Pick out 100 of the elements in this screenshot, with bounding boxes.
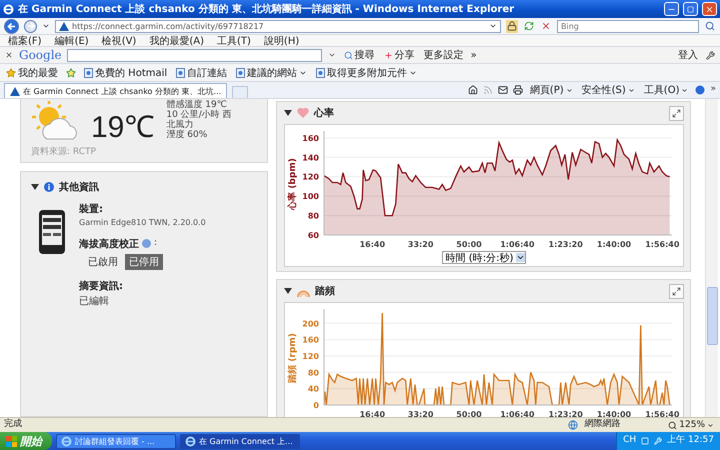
axis-tick-label: 1:23:20	[548, 240, 583, 249]
axis-tick-label: 1:56:40	[645, 410, 680, 417]
toolbar-search-field[interactable]	[66, 48, 322, 62]
command-menu[interactable]: 網頁(P)	[528, 83, 575, 97]
caret-icon	[328, 51, 336, 59]
colon-text: :	[154, 238, 158, 249]
back-button[interactable]	[4, 18, 19, 34]
collapse-toggle-icon[interactable]	[31, 182, 39, 191]
sign-in-button[interactable]: 登入	[676, 48, 700, 62]
search-icon	[344, 50, 353, 60]
axis-tick-label: 0	[313, 401, 319, 410]
expand-button[interactable]	[669, 106, 684, 120]
lock-icon	[507, 21, 517, 31]
browser-icon	[61, 436, 72, 446]
add-favorite-button[interactable]	[65, 66, 77, 79]
caret-icon	[707, 422, 714, 428]
command-menu[interactable]: 安全性(S)	[580, 83, 637, 97]
axis-tick-label: 1:56:40	[645, 240, 680, 249]
page-icon	[84, 68, 93, 78]
plus-icon	[384, 50, 393, 60]
caret-icon[interactable]	[489, 22, 497, 30]
magnifier-icon	[668, 420, 678, 430]
summary-label: 摘要資訊:	[79, 279, 124, 293]
search-icon	[705, 21, 715, 31]
favorites-link[interactable]: 建議的網站	[234, 66, 310, 80]
star-icon	[6, 68, 16, 78]
menu-item[interactable]: 工具(T)	[213, 34, 255, 48]
zoom-button[interactable]: 125%	[666, 420, 716, 430]
search-field[interactable]: Bing	[557, 20, 699, 32]
tools-button[interactable]	[705, 48, 716, 62]
home-icon[interactable]	[468, 85, 478, 95]
axis-tick-label: 16:40	[360, 410, 386, 417]
axis-tick-label: 1:23:20	[548, 410, 583, 417]
menu-item[interactable]: 我的最愛(A)	[145, 34, 208, 48]
search-button[interactable]	[704, 20, 716, 32]
elevation-label: 海拔高度校正	[79, 237, 139, 251]
address-field[interactable]: https://connect.garmin.com/activity/697718217	[55, 20, 501, 32]
minimize-button[interactable]	[664, 2, 679, 16]
print-icon[interactable]	[512, 85, 523, 95]
search-button[interactable]: 搜尋	[342, 48, 377, 62]
scrollbar[interactable]	[705, 99, 718, 417]
menu-item[interactable]: 檢視(V)	[98, 34, 140, 48]
browser-icon	[185, 436, 196, 446]
close-button[interactable]	[702, 2, 717, 16]
refresh-button[interactable]	[523, 20, 535, 32]
collapse-toggle-icon[interactable]	[284, 287, 292, 295]
mail-icon[interactable]	[498, 85, 508, 95]
axis-tick-label: 140	[302, 153, 319, 162]
caret-icon	[681, 86, 688, 94]
toggle-option[interactable]: 已啟用	[84, 254, 122, 270]
toggle-option[interactable]: 已停用	[125, 254, 163, 270]
source-text: 資料來源: RCTP	[31, 147, 96, 157]
favorites-button[interactable]: 我的最愛	[4, 66, 60, 80]
axis-tick-label: 1:06:40	[500, 240, 534, 249]
device-name: Garmin Edge810 TWN, 2.20.0.0	[79, 218, 206, 228]
close-icon	[705, 4, 714, 14]
temperature: 19℃	[91, 110, 154, 146]
history-dropdown-icon[interactable]	[42, 22, 50, 30]
favorites-link[interactable]: 免費的 Hotmail	[82, 66, 170, 80]
share-button[interactable]: 分享	[382, 48, 417, 62]
chevron-text: »	[470, 50, 477, 60]
axis-select[interactable]: 時間 (時:分:秒)	[442, 251, 526, 264]
menu-item[interactable]: 檔案(F)	[4, 34, 46, 48]
axis-tick-label: 80	[308, 368, 319, 378]
globe-icon	[568, 420, 578, 430]
favorites-link[interactable]: 自訂連結	[174, 66, 230, 80]
close-icon	[5, 51, 13, 59]
summary-text: 已編輯	[79, 296, 110, 307]
taskbar-button[interactable]: 在 Garmin Connect 上...	[180, 434, 300, 448]
page-icon	[236, 68, 246, 78]
device-label: 裝置:	[79, 202, 104, 216]
forward-arrow-icon	[26, 22, 34, 30]
scrollbar-thumb[interactable]	[706, 287, 718, 345]
toolbar-logo: Google	[19, 48, 62, 62]
help-icon[interactable]	[695, 85, 706, 95]
axis-tick-label: 1:40:00	[596, 240, 632, 249]
axis-tick-label: 16:40	[360, 240, 386, 249]
axis-tick-label: 33:20	[408, 240, 434, 249]
favorites-link[interactable]: 取得更多附加元件	[314, 66, 420, 80]
overflow-chevron: »	[710, 85, 716, 95]
caret-icon	[566, 86, 573, 94]
maximize-button[interactable]	[683, 2, 698, 16]
page-icon	[316, 68, 326, 78]
axis-tick-label: 120	[302, 352, 319, 361]
star-icon	[66, 68, 76, 78]
panel-title: 踏頻	[315, 284, 335, 298]
command-menu[interactable]: 工具(O)	[642, 83, 690, 97]
forward-button[interactable]	[24, 20, 37, 32]
collapse-toggle-icon[interactable]	[284, 109, 292, 117]
more-settings-button[interactable]: 更多設定	[422, 48, 466, 62]
url-text: https://connect.garmin.com/activity/697718217	[72, 22, 264, 30]
lock-button[interactable]	[506, 20, 518, 32]
axis-tick-label: 100	[302, 192, 319, 202]
browser-tab[interactable]: 在 Garmin Connect 上談 chsanko 分類的 東、北坑...	[4, 83, 228, 98]
axis-tick-label: 160	[302, 336, 319, 345]
taskbar-button[interactable]: 討論群組發表回覆 - ...	[56, 434, 176, 448]
menu-item[interactable]: 說明(H)	[260, 34, 304, 48]
menu-item[interactable]: 編輯(E)	[50, 34, 93, 48]
expand-button[interactable]	[669, 284, 684, 298]
triangle-favicon-icon	[10, 86, 20, 96]
